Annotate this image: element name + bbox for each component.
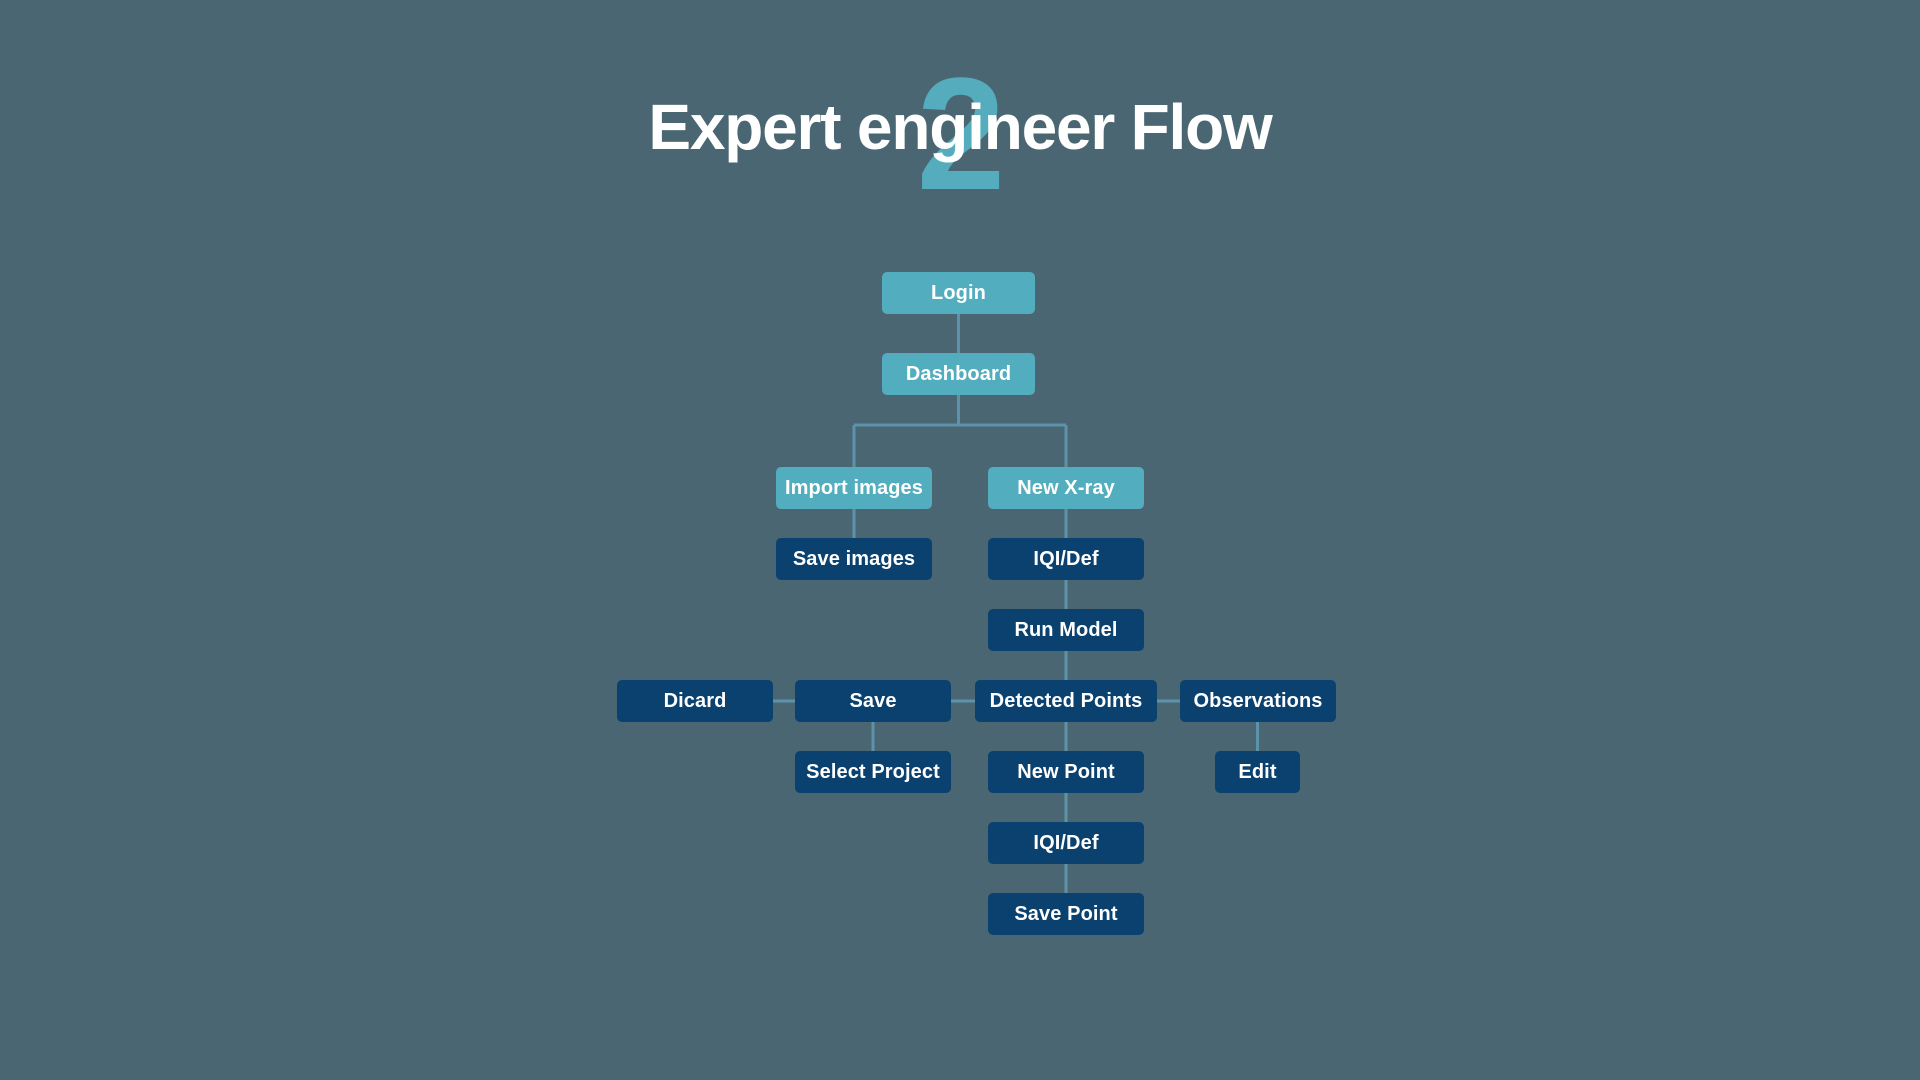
flow-node-import_images[interactable]: Import images <box>776 467 932 509</box>
flow-node-label: Observations <box>1193 689 1323 712</box>
flow-node-dicard[interactable]: Dicard <box>617 680 773 722</box>
flow-node-detected_points[interactable]: Detected Points <box>975 680 1157 722</box>
flow-node-iqi_def_1[interactable]: IQI/Def <box>988 538 1144 580</box>
flow-node-label: Save <box>849 689 897 712</box>
flow-node-dashboard[interactable]: Dashboard <box>882 353 1035 395</box>
flow-node-save_images[interactable]: Save images <box>776 538 932 580</box>
flow-node-label: Run Model <box>1014 618 1118 641</box>
flow-node-label: Save Point <box>1014 902 1118 925</box>
flow-node-edit[interactable]: Edit <box>1215 751 1300 793</box>
flow-node-new_xray[interactable]: New X-ray <box>988 467 1144 509</box>
flow-node-select_project[interactable]: Select Project <box>795 751 951 793</box>
flow-node-label: IQI/Def <box>1033 547 1099 570</box>
flow-node-label: Dashboard <box>905 362 1012 385</box>
flow-node-login[interactable]: Login <box>882 272 1035 314</box>
flow-node-label: IQI/Def <box>1033 831 1099 854</box>
flow-node-label: Login <box>931 281 986 304</box>
flow-node-save[interactable]: Save <box>795 680 951 722</box>
flow-node-observations[interactable]: Observations <box>1180 680 1336 722</box>
flow-node-label: Dicard <box>663 689 727 712</box>
flow-node-label: Detected Points <box>989 689 1143 712</box>
flowchart-connectors <box>773 314 1259 893</box>
flow-node-label: Edit <box>1238 760 1277 783</box>
flow-node-label: Select Project <box>806 760 940 783</box>
flow-node-label: New X-ray <box>1017 476 1115 499</box>
flow-node-save_point[interactable]: Save Point <box>988 893 1144 935</box>
flow-node-new_point[interactable]: New Point <box>988 751 1144 793</box>
flow-node-label: New Point <box>1017 760 1115 783</box>
flow-node-label: Save images <box>792 547 916 570</box>
flow-node-iqi_def_2[interactable]: IQI/Def <box>988 822 1144 864</box>
flow-node-run_model[interactable]: Run Model <box>988 609 1144 651</box>
flowchart: Login Dashboard Import images New X-ray Save… <box>0 0 1920 1080</box>
flow-node-label: Import images <box>785 476 923 499</box>
